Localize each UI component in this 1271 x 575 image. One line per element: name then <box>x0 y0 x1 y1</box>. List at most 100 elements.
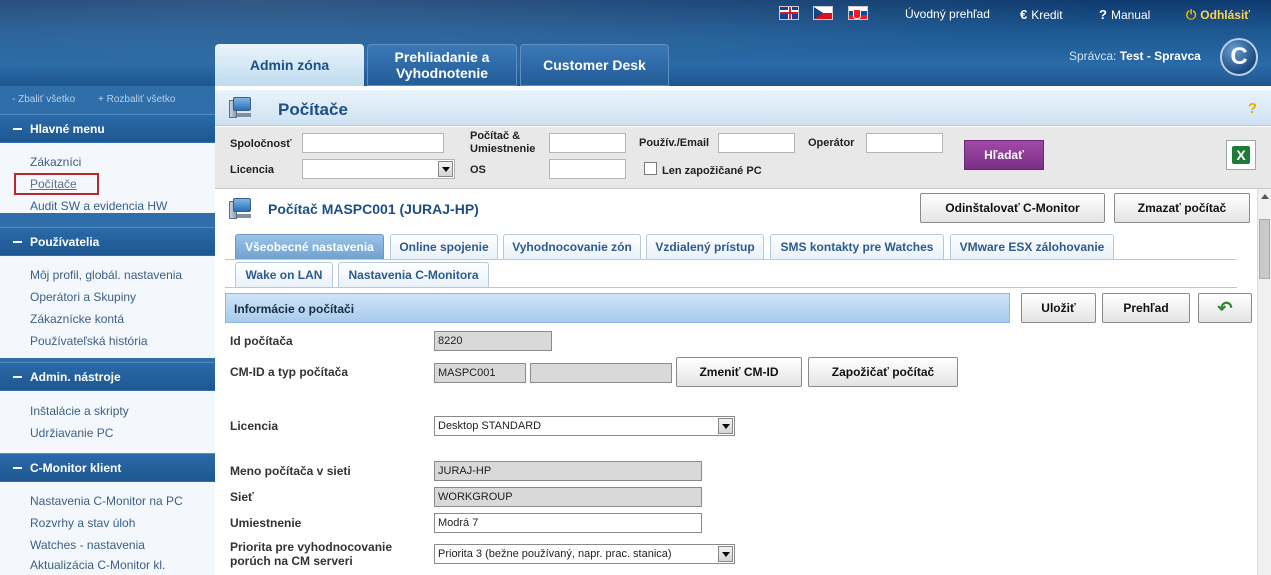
tab-label: SMS kontakty pre Watches <box>780 240 934 254</box>
computer-location-input[interactable] <box>549 133 626 153</box>
sidebar-item-schedules[interactable]: Rozvrhy a stav úloh <box>30 516 135 530</box>
logo-letter: C <box>1230 43 1248 70</box>
operator-input[interactable] <box>866 133 943 153</box>
sidebar-section-body: Nastavenia C-Monitor na PC Rozvrhy a sta… <box>0 482 215 575</box>
c-monitor-logo: C <box>1220 38 1258 76</box>
tab-admin-zone[interactable]: Admin zóna <box>215 44 364 86</box>
change-cmid-button[interactable]: Zmeniť CM-ID <box>676 357 802 387</box>
tab-label: Nastavenia C-Monitora <box>348 268 479 282</box>
tab-browse-evaluate[interactable]: Prehliadanie a Vyhodnotenie <box>367 44 517 86</box>
chevron-down-icon[interactable] <box>718 418 733 434</box>
help-icon[interactable]: ? <box>1248 100 1257 117</box>
borrow-computer-button[interactable]: Zapožičať počítač <box>808 357 958 387</box>
tab-zone-evaluation[interactable]: Vyhodnocovanie zón <box>503 234 641 259</box>
tab-wake-on-lan[interactable]: Wake on LAN <box>235 262 333 287</box>
computer-title: Počítač MASPC001 (JURAJ-HP) <box>268 201 479 217</box>
sidebar-item-cmonitor-settings[interactable]: Nastavenia C-Monitor na PC <box>30 494 183 508</box>
sidebar-section-main-menu[interactable]: Hlavné menu <box>0 114 215 142</box>
borrowed-only-label: Len zapožičané PC <box>662 165 762 177</box>
location-input[interactable]: Modrá 7 <box>434 513 702 533</box>
os-input[interactable] <box>549 159 626 179</box>
page-title: Počítače <box>278 100 348 119</box>
user-email-input[interactable] <box>718 133 795 153</box>
scroll-up-icon[interactable] <box>1261 194 1269 199</box>
tab-cmonitor-settings[interactable]: Nastavenia C-Monitora <box>338 262 489 287</box>
slovak-flag-icon[interactable] <box>848 6 868 20</box>
question-icon: ? <box>1099 7 1107 22</box>
save-label: Uložiť <box>1041 301 1076 315</box>
tab-sms-contacts[interactable]: SMS kontakty pre Watches <box>770 234 944 259</box>
sidebar-item-customers[interactable]: Zákazníci <box>30 155 81 169</box>
sidebar-section-body: Zákazníci Počítače Audit SW a evidencia … <box>0 143 215 213</box>
tab-customer-desk[interactable]: Customer Desk <box>520 44 669 86</box>
tab-remote-access[interactable]: Vzdialený prístup <box>646 234 764 259</box>
section-title: Používatelia <box>30 235 100 249</box>
borrow-label: Zapožičať počítač <box>831 365 935 379</box>
czech-flag-icon[interactable] <box>813 6 833 20</box>
computer-icon <box>229 96 255 120</box>
network-label: Sieť <box>230 490 254 504</box>
network-field: WORKGROUP <box>434 487 702 507</box>
search-button-label: Hľadať <box>984 148 1024 162</box>
sidebar-item-installations[interactable]: Inštalácie a skripty <box>30 404 129 418</box>
sidebar-section-admin-tools[interactable]: Admin. nástroje <box>0 362 215 390</box>
main-content: Počítače ? Spoločnosť Licencia Počítač &… <box>215 86 1271 575</box>
sidebar-item-maintenance[interactable]: Udržiavanie PC <box>30 426 113 440</box>
credit-link[interactable]: € Kredit <box>1020 7 1063 22</box>
expand-all-link[interactable]: + Rozbaliť všetko <box>98 94 175 105</box>
tab-online-connection[interactable]: Online spojenie <box>390 234 498 259</box>
tab-divider <box>225 259 1237 260</box>
admin-user-label: Správca: Test - Spravca <box>1069 49 1201 63</box>
scroll-thumb[interactable] <box>1259 219 1270 279</box>
operator-label: Operátor <box>808 137 855 149</box>
sidebar-item-computers[interactable]: Počítače <box>14 173 99 195</box>
license-label: Licencia <box>230 164 275 176</box>
tab-vmware-backup[interactable]: VMware ESX zálohovanie <box>950 234 1114 259</box>
sidebar-item-cmonitor-update[interactable]: Aktualizácia C-Monitor kl. <box>30 558 165 572</box>
computer-location-label: Počítač & Umiestnenie <box>470 130 536 155</box>
uninstall-label: Odinštalovať C-Monitor <box>945 201 1080 215</box>
tab-label: Vzdialený prístup <box>655 240 755 254</box>
chevron-down-icon[interactable] <box>438 161 453 177</box>
manual-link[interactable]: ? Manual <box>1099 7 1150 22</box>
cmid-field: MASPC001 <box>434 363 526 383</box>
excel-export-icon[interactable]: X <box>1226 140 1256 170</box>
filter-panel: Spoločnosť Licencia Počítač & Umiestneni… <box>215 127 1271 189</box>
collapse-all-link[interactable]: - Zbaliť všetko <box>12 94 75 105</box>
tab-label: Vyhodnocovanie zón <box>512 240 632 254</box>
save-button[interactable]: Uložiť <box>1021 293 1096 323</box>
cmid-label: CM-ID a typ počítača <box>230 365 349 379</box>
tab-admin-label: Admin zóna <box>249 57 330 73</box>
scrollbar[interactable] <box>1257 189 1271 575</box>
admin-name: Test - Spravca <box>1119 49 1201 63</box>
sidebar-item-customer-accounts[interactable]: Zákaznícke kontá <box>30 312 124 326</box>
borrowed-only-checkbox[interactable] <box>644 162 657 175</box>
delete-computer-button[interactable]: Zmazať počítač <box>1114 193 1250 223</box>
logout-link[interactable]: ⏻ Odhlásiť <box>1186 7 1250 23</box>
back-arrow-button[interactable]: ↶ <box>1198 293 1252 323</box>
user-email-label: Použív./Email <box>639 137 710 149</box>
english-flag-icon[interactable] <box>779 6 799 20</box>
computer-info-section-header: Informácie o počítači <box>225 293 1010 323</box>
sidebar-item-my-profile[interactable]: Môj profil, globál. nastavenia <box>30 268 182 282</box>
sidebar-item-operators[interactable]: Operátori a Skupiny <box>30 290 136 304</box>
search-button[interactable]: Hľadať <box>964 140 1044 170</box>
license-field-select[interactable]: Desktop STANDARD <box>434 416 735 436</box>
company-input[interactable] <box>302 133 444 153</box>
os-label: OS <box>470 164 486 176</box>
uninstall-cmonitor-button[interactable]: Odinštalovať C-Monitor <box>920 193 1105 223</box>
sidebar-item-watches[interactable]: Watches - nastavenia <box>30 538 145 552</box>
home-overview-link[interactable]: Úvodný prehľad <box>905 7 990 21</box>
manual-label: Manual <box>1110 8 1151 22</box>
chevron-down-icon[interactable] <box>718 546 733 562</box>
priority-select[interactable]: Priorita 3 (bežne používaný, napr. prac.… <box>434 544 735 564</box>
sidebar-item-audit[interactable]: Audit SW a evidencia HW <box>30 199 167 213</box>
sidebar-item-user-history[interactable]: Používateľská história <box>30 334 148 348</box>
sidebar-section-cmonitor-client[interactable]: C-Monitor klient <box>0 453 215 481</box>
license-select[interactable] <box>302 159 455 179</box>
sidebar-section-users[interactable]: Používatelia <box>0 227 215 255</box>
admin-prefix: Správca: <box>1069 49 1117 63</box>
overview-button[interactable]: Prehľad <box>1102 293 1190 323</box>
back-arrow-icon: ↶ <box>1217 297 1233 318</box>
tab-general-settings[interactable]: Všeobecné nastavenia <box>235 234 384 259</box>
